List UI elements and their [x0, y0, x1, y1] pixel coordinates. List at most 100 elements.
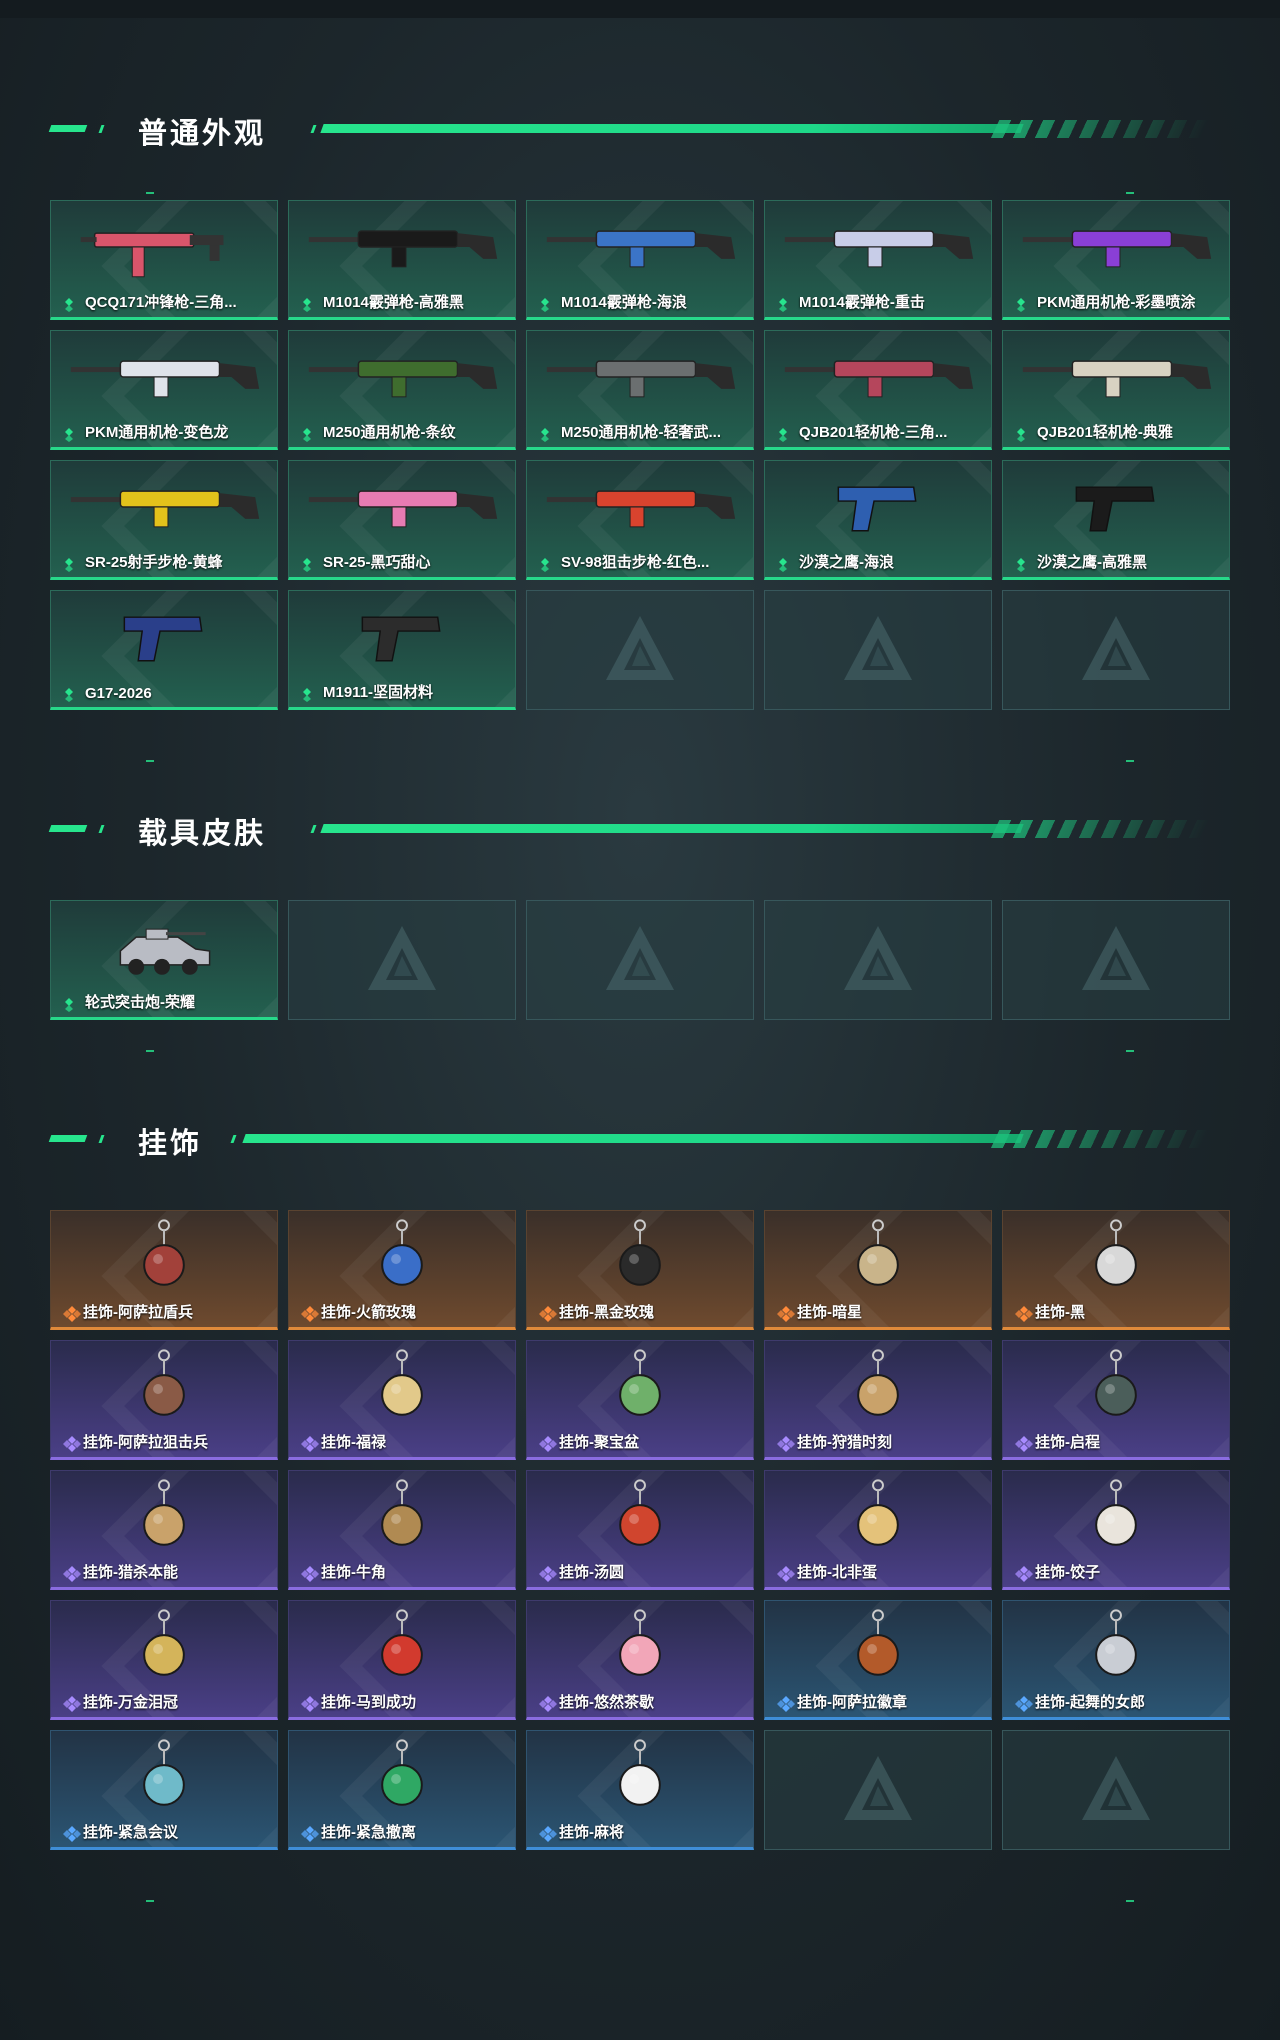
charm-icon — [857, 1219, 899, 1286]
rifle-icon — [70, 490, 260, 528]
rarity-marker-icon — [1017, 298, 1025, 312]
item-card[interactable]: 挂饰-万金泪冠 — [50, 1600, 278, 1720]
item-label: 挂饰-阿萨拉狙击兵 — [83, 1434, 208, 1451]
corner-mark — [1126, 1050, 1134, 1052]
placeholder-emblem-icon — [844, 926, 912, 990]
item-card[interactable]: PKM通用机枪-变色龙 — [50, 330, 278, 450]
item-label: 轮式突击炮-荣耀 — [85, 994, 195, 1011]
item-card[interactable]: M250通用机枪-条纹 — [288, 330, 516, 450]
item-card[interactable]: 挂饰-紧急撤离 — [288, 1730, 516, 1850]
item-card[interactable]: PKM通用机枪-彩墨喷涂 — [1002, 200, 1230, 320]
rarity-diamond-icon — [777, 1436, 795, 1452]
charm-icon — [143, 1479, 185, 1546]
header-line — [242, 1134, 1024, 1143]
item-label: 挂饰-聚宝盆 — [559, 1434, 639, 1451]
placeholder-emblem-icon — [1082, 926, 1150, 990]
section-title: 普通外观 — [138, 118, 267, 150]
charm-icon — [381, 1609, 423, 1676]
item-card[interactable]: SR-25射手步枪-黄蜂 — [50, 460, 278, 580]
item-card[interactable]: 挂饰-阿萨拉徽章 — [764, 1600, 992, 1720]
item-card[interactable]: 挂饰-汤圆 — [526, 1470, 754, 1590]
section-header: 载具皮肤 — [0, 808, 1280, 850]
rarity-diamond-icon — [777, 1696, 795, 1712]
rarity-marker-icon — [1017, 558, 1025, 572]
item-card[interactable]: 挂饰-悠然茶歇 — [526, 1600, 754, 1720]
empty-slot — [1002, 590, 1230, 710]
item-card[interactable]: 挂饰-黑 — [1002, 1210, 1230, 1330]
rarity-marker-icon — [303, 298, 311, 312]
item-card[interactable]: QJB201轻机枪-三角... — [764, 330, 992, 450]
rarity-marker-icon — [779, 558, 787, 572]
item-label: G17-2026 — [85, 685, 152, 702]
pistol-icon — [837, 486, 917, 532]
item-card[interactable]: 挂饰-暗星 — [764, 1210, 992, 1330]
charm-icon — [381, 1349, 423, 1416]
item-label: SR-25-黑巧甜心 — [323, 554, 431, 571]
item-card[interactable]: 挂饰-牛角 — [288, 1470, 516, 1590]
item-card[interactable]: 挂饰-黑金玫瑰 — [526, 1210, 754, 1330]
item-label: PKM通用机枪-变色龙 — [85, 424, 229, 441]
item-card[interactable]: QJB201轻机枪-典雅 — [1002, 330, 1230, 450]
item-card[interactable]: M250通用机枪-轻奢武... — [526, 330, 754, 450]
top-band — [0, 0, 1280, 18]
item-card[interactable]: 沙漠之鹰-高雅黑 — [1002, 460, 1230, 580]
item-card[interactable]: 挂饰-福禄 — [288, 1340, 516, 1460]
charm-icon — [619, 1479, 661, 1546]
item-card[interactable]: M1014霰弹枪-重击 — [764, 200, 992, 320]
charm-icon — [381, 1219, 423, 1286]
item-label: 挂饰-狩猎时刻 — [797, 1434, 892, 1451]
header-dash — [48, 125, 88, 132]
pistol-icon — [123, 616, 203, 662]
charm-icon — [381, 1739, 423, 1806]
item-card[interactable]: M1014霰弹枪-高雅黑 — [288, 200, 516, 320]
item-label: 挂饰-黑 — [1035, 1304, 1085, 1321]
item-card[interactable]: 挂饰-马到成功 — [288, 1600, 516, 1720]
item-card[interactable]: SV-98狙击步枪-红色... — [526, 460, 754, 580]
item-card[interactable]: 挂饰-饺子 — [1002, 1470, 1230, 1590]
item-card[interactable]: 挂饰-麻将 — [526, 1730, 754, 1850]
item-card[interactable]: 挂饰-起舞的女郎 — [1002, 1600, 1230, 1720]
item-label: M1014霰弹枪-高雅黑 — [323, 294, 464, 311]
item-card[interactable]: 挂饰-北非蛋 — [764, 1470, 992, 1590]
rarity-diamond-icon — [1015, 1306, 1033, 1322]
empty-slot — [526, 590, 754, 710]
item-card[interactable]: M1911-坚固材料 — [288, 590, 516, 710]
item-label: M1014霰弹枪-重击 — [799, 294, 925, 311]
placeholder-emblem-icon — [844, 1756, 912, 1820]
item-label: 挂饰-紧急会议 — [83, 1824, 178, 1841]
sniper-rifle-icon — [546, 490, 736, 528]
rarity-marker-icon — [541, 428, 549, 442]
rarity-diamond-icon — [301, 1826, 319, 1842]
corner-mark — [1126, 192, 1134, 194]
item-card[interactable]: 挂饰-聚宝盆 — [526, 1340, 754, 1460]
item-label: 挂饰-牛角 — [321, 1564, 386, 1581]
item-card[interactable]: 轮式突击炮-荣耀 — [50, 900, 278, 1020]
section-header: 普通外观 — [0, 108, 1280, 150]
item-card[interactable]: G17-2026 — [50, 590, 278, 710]
shotgun-icon — [546, 230, 736, 268]
item-card[interactable]: 挂饰-阿萨拉盾兵 — [50, 1210, 278, 1330]
item-card[interactable]: 挂饰-狩猎时刻 — [764, 1340, 992, 1460]
light-machine-gun-icon — [784, 360, 974, 398]
smg-icon — [80, 232, 224, 278]
item-label: SV-98狙击步枪-红色... — [561, 554, 710, 571]
item-card[interactable]: M1014霰弹枪-海浪 — [526, 200, 754, 320]
item-card[interactable]: 沙漠之鹰-海浪 — [764, 460, 992, 580]
item-label: 沙漠之鹰-高雅黑 — [1037, 554, 1147, 571]
item-card[interactable]: 挂饰-火箭玫瑰 — [288, 1210, 516, 1330]
rarity-diamond-icon — [539, 1826, 557, 1842]
item-card[interactable]: 挂饰-启程 — [1002, 1340, 1230, 1460]
item-card[interactable]: SR-25-黑巧甜心 — [288, 460, 516, 580]
item-card[interactable]: 挂饰-阿萨拉狙击兵 — [50, 1340, 278, 1460]
charm-icon — [857, 1479, 899, 1546]
item-card[interactable]: 挂饰-紧急会议 — [50, 1730, 278, 1850]
item-label: 挂饰-阿萨拉盾兵 — [83, 1304, 193, 1321]
rarity-diamond-icon — [301, 1696, 319, 1712]
item-card[interactable]: QCQ171冲锋枪-三角... — [50, 200, 278, 320]
rarity-marker-icon — [1017, 428, 1025, 442]
item-label: 挂饰-紧急撤离 — [321, 1824, 416, 1841]
item-card[interactable]: 挂饰-猎杀本能 — [50, 1470, 278, 1590]
placeholder-emblem-icon — [606, 616, 674, 680]
item-label: QJB201轻机枪-典雅 — [1037, 424, 1173, 441]
item-label: 挂饰-饺子 — [1035, 1564, 1100, 1581]
